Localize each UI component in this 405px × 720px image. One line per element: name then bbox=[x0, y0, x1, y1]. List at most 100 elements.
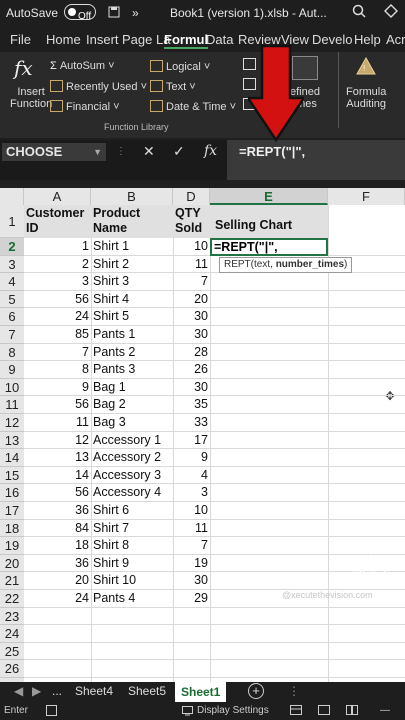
cell-qty-sold[interactable]: 10 bbox=[173, 502, 210, 520]
cell-qty-sold[interactable]: 3 bbox=[173, 484, 210, 502]
autosum-button[interactable]: Σ AutoSum ˅ bbox=[50, 60, 115, 72]
insert-function-button[interactable]: Insert Function bbox=[10, 86, 52, 110]
cell-qty-sold[interactable]: 19 bbox=[173, 555, 210, 573]
row-header[interactable]: 22 bbox=[0, 590, 24, 608]
row-header[interactable]: 21 bbox=[0, 572, 24, 590]
cell-product-name[interactable]: Shirt 6 bbox=[91, 502, 173, 520]
tab-home[interactable]: Home bbox=[46, 32, 81, 47]
cell-customer-id[interactable]: 24 bbox=[24, 308, 91, 326]
cell-product-name[interactable]: Pants 3 bbox=[91, 361, 173, 379]
row-header[interactable]: 3 bbox=[0, 255, 24, 274]
cell-product-name[interactable]: Shirt 4 bbox=[91, 291, 173, 309]
column-header-d[interactable]: D bbox=[173, 188, 210, 205]
cell-customer-id[interactable]: 56 bbox=[24, 396, 91, 414]
cell-customer-id[interactable]: 14 bbox=[24, 467, 91, 485]
cell-qty-sold[interactable]: 10 bbox=[173, 238, 210, 256]
cell-customer-id[interactable]: 1 bbox=[24, 238, 91, 256]
cell-qty-sold[interactable]: 29 bbox=[173, 590, 210, 608]
cell-qty-sold[interactable]: 28 bbox=[173, 344, 210, 362]
save-icon[interactable] bbox=[108, 6, 120, 21]
worksheet-grid[interactable]: A B D E F 1 Customer ID Product Name QTY… bbox=[0, 188, 405, 682]
cell-customer-id[interactable]: 2 bbox=[24, 256, 91, 274]
row-header[interactable]: 24 bbox=[0, 625, 24, 643]
row-header[interactable]: 18 bbox=[0, 519, 24, 538]
cell-customer-id[interactable]: 3 bbox=[24, 273, 91, 291]
formula-auditing-icon[interactable]: ! bbox=[355, 56, 377, 81]
row-header[interactable]: 14 bbox=[0, 449, 24, 467]
row-header[interactable]: 23 bbox=[0, 607, 24, 626]
cell-customer-id[interactable]: 12 bbox=[24, 432, 91, 450]
cell-customer-id[interactable]: 84 bbox=[24, 520, 91, 538]
tab-formulas[interactable]: Formul bbox=[164, 32, 209, 49]
tab-file[interactable]: File bbox=[10, 32, 31, 47]
row-header[interactable]: 6 bbox=[0, 308, 24, 326]
cell-product-name[interactable]: Shirt 7 bbox=[91, 520, 173, 538]
normal-view-icon[interactable] bbox=[290, 705, 302, 718]
tab-insert[interactable]: Insert bbox=[86, 32, 119, 47]
cell-qty-sold[interactable]: 35 bbox=[173, 396, 210, 414]
cell-customer-id[interactable]: 56 bbox=[24, 484, 91, 502]
recently-used-button[interactable]: Recently Used ˅ bbox=[50, 80, 147, 93]
cell-customer-id[interactable]: 20 bbox=[24, 572, 91, 590]
tab-acrobat[interactable]: Acro bbox=[386, 32, 405, 47]
scroll-right-icon[interactable]: ▶ bbox=[32, 684, 41, 698]
row-header[interactable]: 15 bbox=[0, 466, 24, 485]
cell-customer-id[interactable]: 56 bbox=[24, 291, 91, 309]
row-header[interactable]: 8 bbox=[0, 343, 24, 362]
row-header[interactable]: 7 bbox=[0, 326, 24, 344]
page-layout-icon[interactable] bbox=[318, 705, 330, 718]
row-header[interactable]: 13 bbox=[0, 431, 24, 450]
date-time-button[interactable]: Date & Time ˅ bbox=[150, 100, 236, 113]
row-header[interactable]: 12 bbox=[0, 414, 24, 432]
row-header[interactable]: 5 bbox=[0, 290, 24, 309]
cell-product-name[interactable]: Shirt 3 bbox=[91, 273, 173, 291]
cell-qty-sold[interactable]: 11 bbox=[173, 256, 210, 274]
fx-icon[interactable]: fx bbox=[204, 143, 217, 159]
row-header[interactable]: 25 bbox=[0, 642, 24, 661]
row-header[interactable]: 11 bbox=[0, 396, 24, 414]
cell-product-name[interactable]: Shirt 10 bbox=[91, 572, 173, 590]
tab-developer[interactable]: Develo bbox=[312, 32, 352, 47]
drag-handle[interactable]: ⋮ bbox=[116, 146, 126, 157]
cell-product-name[interactable]: Pants 1 bbox=[91, 326, 173, 344]
cell-product-name[interactable]: Bag 3 bbox=[91, 414, 173, 432]
cell-product-name[interactable]: Accessory 1 bbox=[91, 432, 173, 450]
cell-product-name[interactable]: Accessory 4 bbox=[91, 484, 173, 502]
cell-product-name[interactable]: Shirt 2 bbox=[91, 256, 173, 274]
name-box[interactable]: CHOOSE ▼ bbox=[2, 143, 106, 161]
zoom-out-icon[interactable]: — bbox=[380, 705, 390, 716]
logical-button[interactable]: Logical ˅ bbox=[150, 60, 210, 73]
cell-customer-id[interactable]: 11 bbox=[24, 414, 91, 432]
active-cell-e2[interactable]: =REPT("|", bbox=[210, 238, 328, 256]
select-all-corner[interactable] bbox=[0, 188, 24, 205]
cell-customer-id[interactable]: 7 bbox=[24, 344, 91, 362]
cell-qty-sold[interactable]: 11 bbox=[173, 520, 210, 538]
cell-qty-sold[interactable]: 30 bbox=[173, 379, 210, 397]
insert-function-icon[interactable]: fx bbox=[14, 56, 33, 80]
diamond-icon[interactable] bbox=[384, 4, 398, 21]
cell-qty-sold[interactable]: 30 bbox=[173, 308, 210, 326]
sheet-tab-sheet4[interactable]: Sheet4 bbox=[75, 684, 113, 698]
row-header[interactable]: 26 bbox=[0, 660, 24, 678]
column-header-e[interactable]: E bbox=[210, 188, 328, 205]
cell-customer-id[interactable]: 13 bbox=[24, 449, 91, 467]
cell-product-name[interactable]: Shirt 1 bbox=[91, 238, 173, 256]
row-header[interactable]: 4 bbox=[0, 273, 24, 291]
more-commands[interactable]: » bbox=[132, 6, 139, 20]
sheet-tab-sheet1[interactable]: Sheet1 bbox=[175, 682, 227, 704]
add-sheet-button[interactable]: + bbox=[248, 683, 264, 699]
cell-customer-id[interactable]: 85 bbox=[24, 326, 91, 344]
row-header[interactable]: 9 bbox=[0, 361, 24, 379]
cell-qty-sold[interactable]: 30 bbox=[173, 326, 210, 344]
cell-product-name[interactable]: Accessory 2 bbox=[91, 449, 173, 467]
autosave-toggle[interactable]: Off bbox=[64, 4, 96, 22]
search-icon[interactable] bbox=[352, 4, 366, 21]
cell-qty-sold[interactable]: 26 bbox=[173, 361, 210, 379]
cell-qty-sold[interactable]: 9 bbox=[173, 449, 210, 467]
row-header[interactable]: 2 bbox=[0, 238, 24, 256]
scroll-left-icon[interactable]: ◀ bbox=[14, 684, 23, 698]
cell-customer-id[interactable]: 36 bbox=[24, 555, 91, 573]
page-break-icon[interactable] bbox=[346, 705, 358, 718]
cell-product-name[interactable]: Accessory 3 bbox=[91, 467, 173, 485]
sheet-nav-more[interactable]: ... bbox=[52, 684, 62, 698]
